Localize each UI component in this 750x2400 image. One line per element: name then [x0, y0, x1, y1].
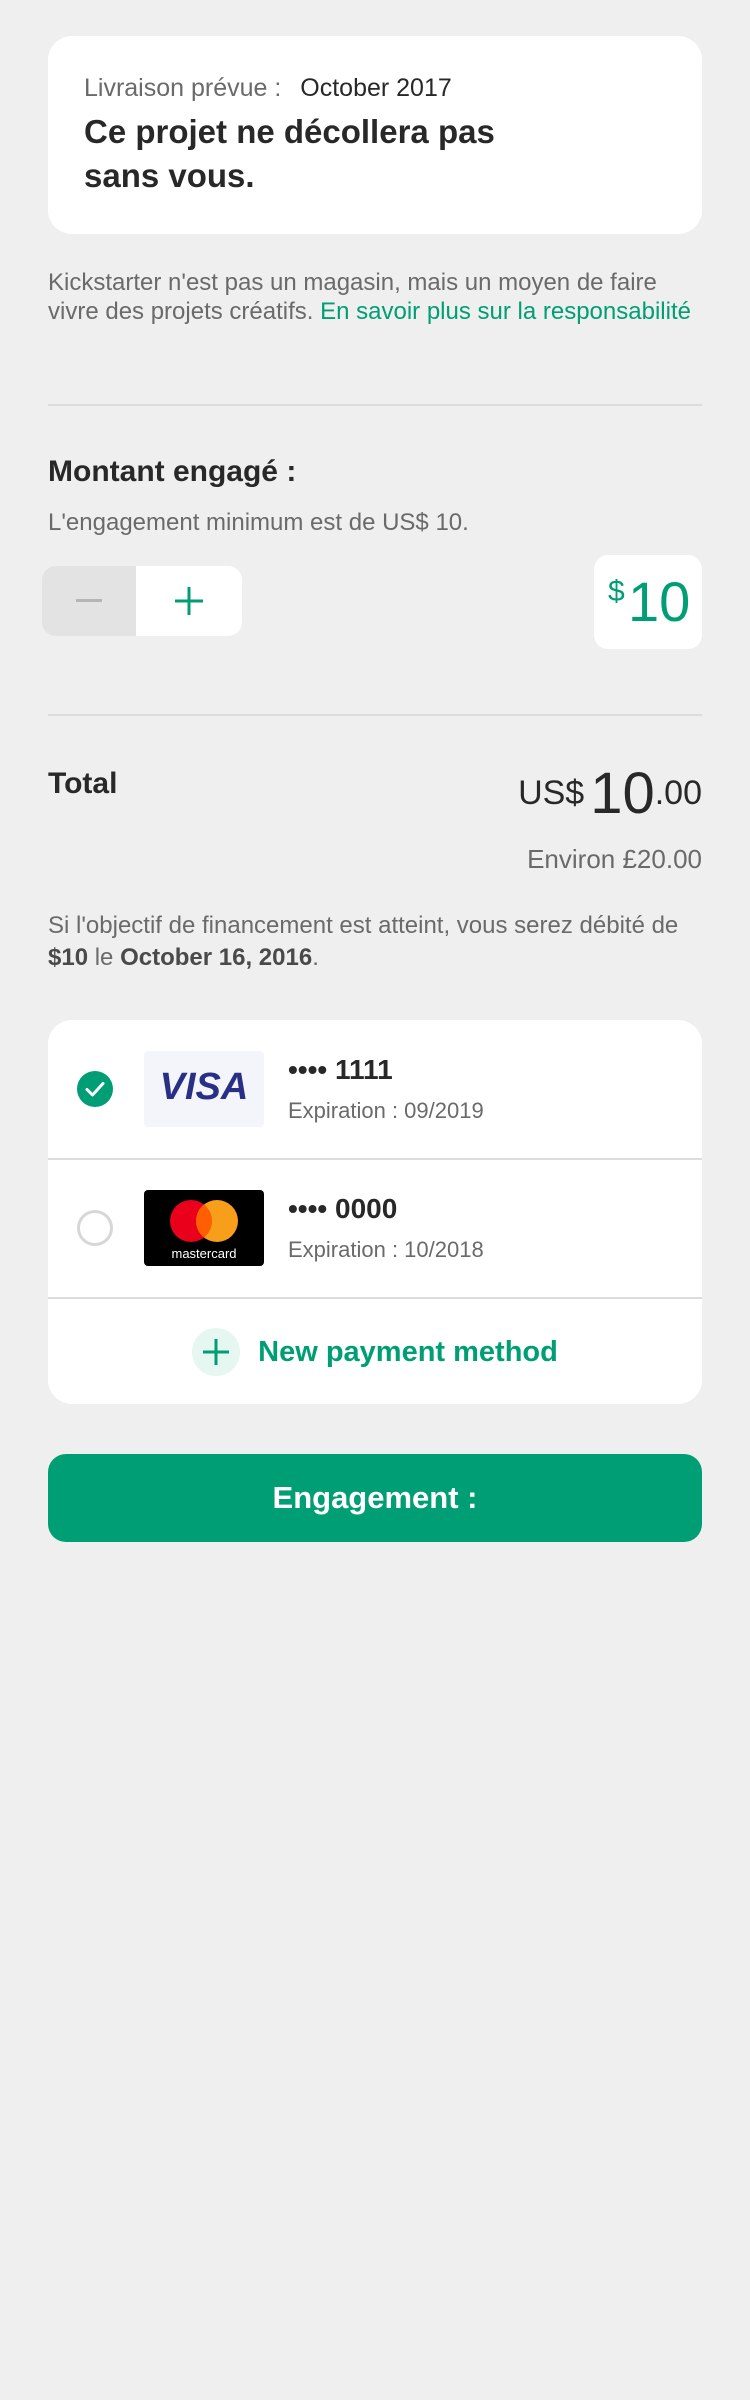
payment-method-mastercard[interactable]: mastercard •••• 0000 Expiration : 10/201… [48, 1159, 702, 1299]
accountability-link[interactable]: En savoir plus sur la responsabilité [320, 298, 691, 325]
charge-prefix: Si l'objectif de financement est atteint… [48, 912, 679, 939]
amount-currency: $ [608, 575, 625, 608]
charge-date: October 16, 2016 [120, 944, 313, 971]
pledge-amount-title: Montant engagé : [48, 455, 297, 488]
charge-amount: $10 [48, 944, 89, 971]
kickstarter-info: Kickstarter n'est pas un magasin, mais u… [48, 268, 708, 326]
total-approx: Environ £20.00 [527, 844, 702, 874]
charge-middle: le [94, 944, 114, 971]
card-number: •••• 1111 [288, 1054, 393, 1085]
unselected-radio-icon[interactable] [77, 1210, 113, 1246]
plus-icon [192, 1328, 241, 1376]
total-cents: .00 [654, 774, 702, 812]
visa-logo: VISA [144, 1051, 264, 1127]
total-amount: US$ 10.00 [518, 760, 702, 830]
new-payment-label: New payment method [258, 1335, 558, 1368]
delivery-info: Livraison prévue : October 2017 [84, 72, 452, 104]
delivery-card: Livraison prévue : October 2017 Ce proje… [48, 36, 702, 234]
visa-wordmark: VISA [160, 1066, 249, 1108]
card-expiry: Expiration : 09/2019 [288, 1098, 484, 1123]
pledge-amount-input[interactable]: $ 10 [594, 555, 702, 649]
engage-button[interactable]: Engagement : [48, 1454, 702, 1542]
minus-icon [76, 599, 102, 602]
card-number: •••• 0000 [288, 1193, 398, 1224]
divider [48, 714, 702, 716]
payment-methods-card: VISA •••• 1111 Expiration : 09/2019 mast… [48, 1020, 702, 1404]
pledge-stepper [42, 566, 242, 636]
total-currency: US$ [518, 774, 585, 812]
divider [48, 404, 702, 406]
increment-button[interactable] [136, 566, 242, 636]
minimum-pledge-text: L'engagement minimum est de US$ 10. [48, 509, 469, 536]
delivery-label: Livraison prévue : [84, 74, 282, 102]
mastercard-logo: mastercard [144, 1190, 264, 1266]
decrement-button[interactable] [42, 566, 136, 636]
plus-icon [175, 587, 203, 615]
mastercard-wordmark: mastercard [171, 1246, 236, 1261]
charge-notice: Si l'objectif de financement est atteint… [48, 910, 708, 974]
selected-radio-icon[interactable] [77, 1071, 113, 1107]
card-expiry: Expiration : 10/2018 [288, 1237, 484, 1262]
check-icon [85, 1082, 105, 1097]
project-headline: Ce projet ne décollera pas sans vous. [84, 113, 495, 194]
delivery-date: October 2017 [300, 74, 452, 102]
new-payment-method-button[interactable]: New payment method [48, 1300, 702, 1404]
total-label: Total [48, 767, 118, 800]
amount-value: 10 [628, 570, 691, 633]
payment-method-visa[interactable]: VISA •••• 1111 Expiration : 09/2019 [48, 1020, 702, 1160]
total-main: 10 [590, 761, 655, 826]
charge-suffix: . [312, 944, 319, 971]
